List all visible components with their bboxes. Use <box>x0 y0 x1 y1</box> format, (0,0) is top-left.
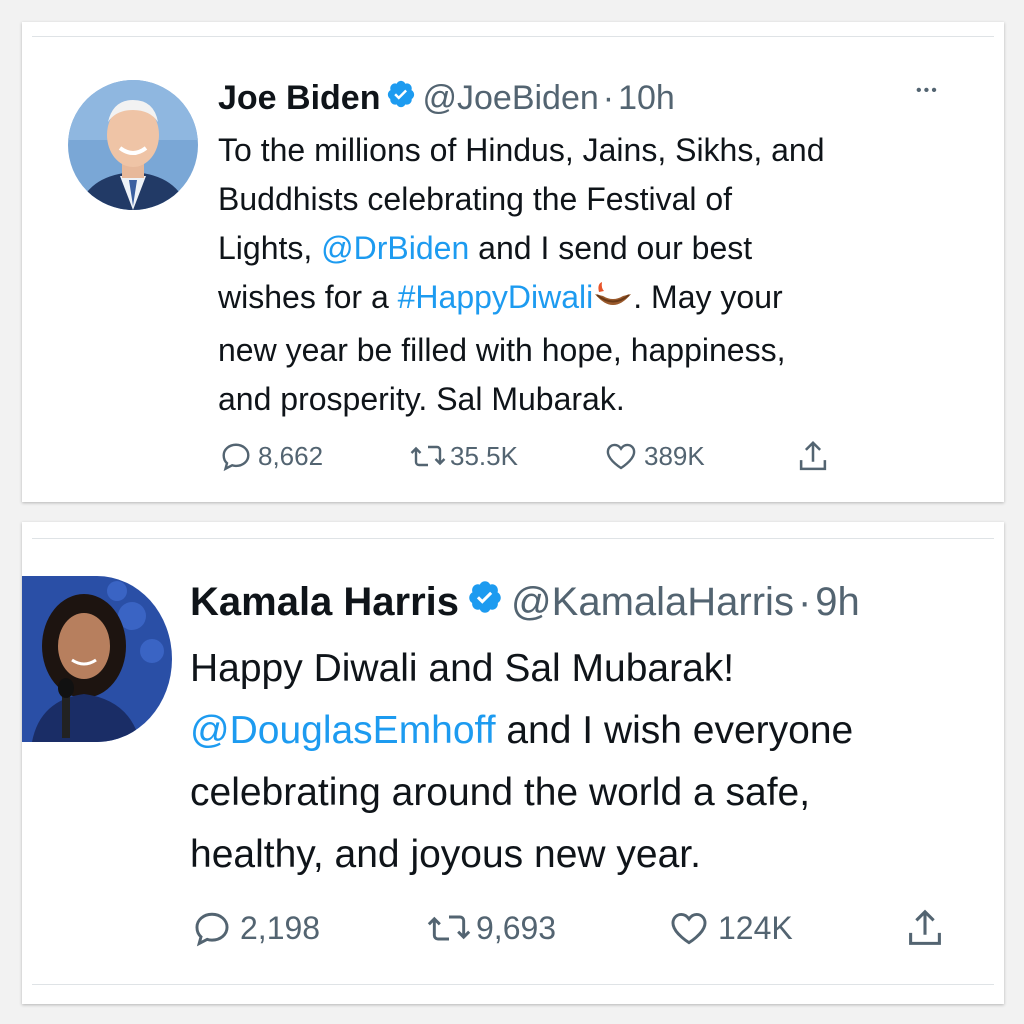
like-count: 389K <box>644 440 705 471</box>
like-button[interactable]: 389K <box>602 438 705 474</box>
hashtag-link[interactable]: #HappyDiwali <box>398 279 594 315</box>
author-name[interactable]: Joe Biden <box>218 78 380 118</box>
timestamp[interactable]: 9h <box>815 578 860 626</box>
divider <box>32 538 994 539</box>
tweet-header: Joe Biden @JoeBiden · 10h <box>218 78 675 118</box>
divider <box>32 984 994 985</box>
separator-dot: · <box>797 580 812 624</box>
share-button[interactable] <box>902 906 948 952</box>
share-button[interactable] <box>794 438 832 476</box>
retweet-icon <box>408 438 448 474</box>
tweet-card-biden[interactable]: Joe Biden @JoeBiden · 10h ••• To the mil… <box>22 22 1004 502</box>
mention-link[interactable]: @DouglasEmhoff <box>190 709 496 752</box>
divider <box>32 36 994 37</box>
author-handle[interactable]: @JoeBiden <box>422 78 598 118</box>
reply-icon <box>190 906 234 950</box>
tweet-text: Happy Diwali and Sal Mubarak! @DouglasEm… <box>190 638 853 886</box>
author-name[interactable]: Kamala Harris <box>190 578 459 626</box>
tweet-line: Buddhists celebrating the Festival of <box>218 181 733 217</box>
diya-lamp-icon <box>593 277 633 326</box>
retweet-count: 35.5K <box>450 440 518 471</box>
more-icon[interactable]: ••• <box>916 82 939 100</box>
mention-link[interactable]: @DrBiden <box>321 230 469 266</box>
action-bar: 2,198 9,693 124K <box>190 906 990 952</box>
reply-icon <box>218 438 254 474</box>
tweet-header: Kamala Harris @KamalaHarris · 9h <box>190 578 860 626</box>
tweet-line: and prosperity. Sal Mubarak. <box>218 381 625 417</box>
timestamp[interactable]: 10h <box>618 78 675 118</box>
retweet-button[interactable]: 35.5K <box>408 438 518 474</box>
tweet-line: Happy Diwali and Sal Mubarak! <box>190 647 735 690</box>
reply-count: 2,198 <box>240 909 321 946</box>
verified-badge-icon <box>467 578 503 626</box>
share-icon <box>902 906 948 952</box>
like-button[interactable]: 124K <box>666 906 793 950</box>
avatar-biden[interactable] <box>68 80 198 210</box>
retweet-count: 9,693 <box>476 909 557 946</box>
retweet-icon <box>424 906 474 950</box>
tweet-line: Lights, @DrBiden and I send our best <box>218 230 753 266</box>
tweet-text: To the millions of Hindus, Jains, Sikhs,… <box>218 126 825 424</box>
separator-dot: · <box>602 79 615 117</box>
like-icon <box>666 906 712 950</box>
tweet-line: @DouglasEmhoff and I wish everyone <box>190 709 854 752</box>
share-icon <box>794 438 832 476</box>
author-handle[interactable]: @KamalaHarris <box>511 578 794 626</box>
tweet-card-harris[interactable]: Kamala Harris @KamalaHarris · 9h Happy D… <box>22 522 1004 1004</box>
like-count: 124K <box>718 909 793 946</box>
avatar-harris[interactable] <box>22 576 172 742</box>
action-bar: 8,662 35.5K 389K <box>218 438 918 478</box>
tweet-line: To the millions of Hindus, Jains, Sikhs,… <box>218 132 825 168</box>
retweet-button[interactable]: 9,693 <box>424 906 556 950</box>
tweet-line: celebrating around the world a safe, <box>190 771 811 814</box>
tweet-line: new year be filled with hope, happiness, <box>218 332 786 368</box>
reply-count: 8,662 <box>258 440 324 471</box>
like-icon <box>602 438 640 474</box>
tweet-line: healthy, and joyous new year. <box>190 833 701 876</box>
verified-badge-icon <box>386 78 416 118</box>
reply-button[interactable]: 2,198 <box>190 906 320 950</box>
reply-button[interactable]: 8,662 <box>218 438 323 474</box>
tweet-line: wishes for a #HappyDiwali. May your <box>218 273 825 326</box>
